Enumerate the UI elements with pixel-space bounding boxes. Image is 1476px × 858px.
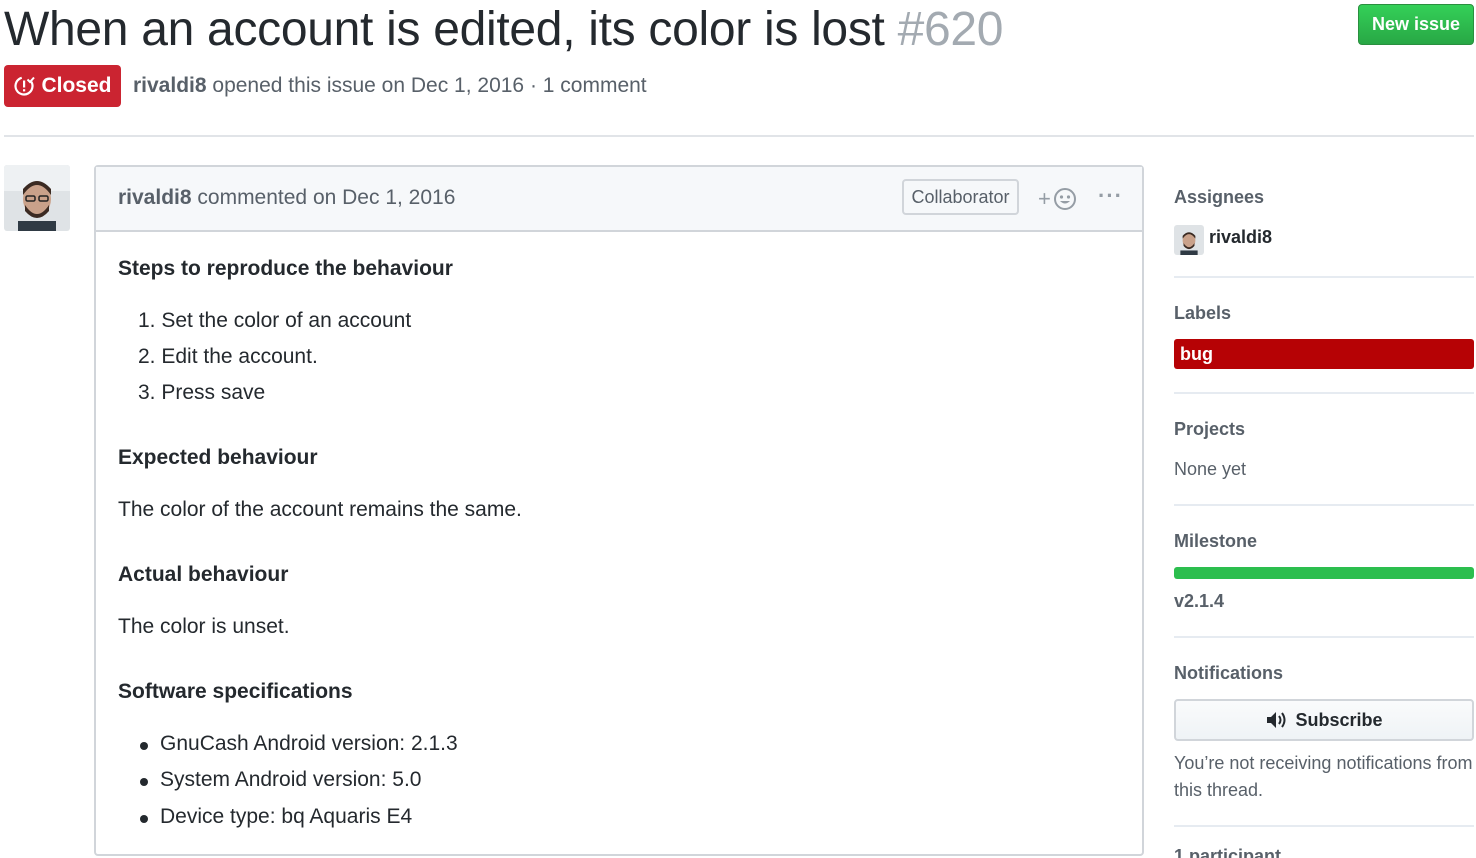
issue-page: When an account is edited, its color is … [0, 0, 1476, 858]
comment-header: rivaldi8 commented on Dec 1, 2016 Collab… [96, 167, 1142, 232]
milestone-heading[interactable]: Milestone [1174, 531, 1257, 552]
plus-icon: + [1038, 186, 1051, 211]
avatar-image [1174, 225, 1204, 255]
projects-value: None yet [1174, 459, 1247, 479]
heading-specs: Software specifications [118, 680, 353, 703]
sidebar-divider [1174, 276, 1474, 278]
bullet-icon [140, 778, 148, 786]
list-item: GnuCash Android version: 2.1.3 [160, 732, 458, 755]
comment-header-text: rivaldi8 commented on Dec 1, 2016 [118, 186, 455, 210]
add-reaction-button[interactable]: + [1038, 185, 1082, 213]
participants-heading: 1 participant [1174, 846, 1282, 858]
bullet-icon [140, 742, 148, 750]
unmute-icon [1267, 712, 1286, 728]
commenter-avatar[interactable] [4, 165, 70, 231]
list-item: System Android version: 5.0 [160, 768, 422, 791]
new-issue-button[interactable]: New issue [1358, 4, 1474, 45]
heading-steps: Steps to reproduce the behaviour [118, 257, 453, 280]
expected-text: The color of the account remains the sam… [118, 498, 522, 521]
bullet-icon [140, 815, 148, 823]
sidebar-divider [1174, 825, 1474, 827]
assignee-name[interactable]: rivaldi8 [1209, 227, 1272, 248]
heading-expected: Expected behaviour [118, 446, 318, 469]
header-divider [4, 135, 1474, 137]
issue-author-link[interactable]: rivaldi8 [133, 74, 207, 97]
notification-status-text: You’re not receiving notifications from … [1174, 753, 1473, 800]
issue-closed-icon [14, 76, 36, 96]
comment-date[interactable]: commented on Dec 1, 2016 [197, 186, 455, 209]
list-item: Device type: bq Aquaris E4 [160, 805, 413, 828]
subscribe-button[interactable]: Subscribe [1174, 699, 1474, 741]
comment-box: rivaldi8 commented on Dec 1, 2016 Collab… [94, 165, 1144, 856]
issue-meta: rivaldi8 opened this issue on Dec 1, 201… [133, 74, 647, 98]
heading-actual: Actual behaviour [118, 563, 289, 586]
assignees-heading[interactable]: Assignees [1174, 187, 1264, 208]
subscribe-label: Subscribe [1295, 709, 1383, 730]
projects-heading[interactable]: Projects [1174, 419, 1245, 440]
milestone-progress-fill [1174, 567, 1474, 579]
labels-heading[interactable]: Labels [1174, 303, 1231, 324]
comment-author-link[interactable]: rivaldi8 [118, 186, 192, 209]
collaborator-badge: Collaborator [902, 179, 1019, 215]
issue-number: #620 [897, 3, 1004, 56]
comment-more-button[interactable]: ··· [1098, 183, 1122, 211]
milestone-name[interactable]: v2.1.4 [1174, 591, 1224, 612]
sidebar-divider [1174, 504, 1474, 506]
list-item: 2. Edit the account. [138, 345, 318, 368]
issue-state-badge: Closed [4, 65, 121, 107]
milestone-progress-bar [1174, 567, 1474, 579]
assignee-avatar[interactable] [1174, 225, 1204, 255]
issue-title-text: When an account is edited, its color is … [4, 3, 885, 56]
smiley-icon [1053, 188, 1076, 210]
notifications-heading: Notifications [1174, 663, 1284, 683]
list-item: 3. Press save [138, 381, 266, 404]
label-bug[interactable]: bug [1174, 339, 1474, 369]
avatar-image [4, 165, 70, 231]
issue-title: When an account is edited, its color is … [4, 2, 1004, 58]
list-item: 1. Set the color of an account [138, 309, 412, 332]
issue-meta-text: opened this issue on Dec 1, 2016 · 1 com… [212, 74, 647, 97]
sidebar-divider [1174, 392, 1474, 394]
sidebar-divider [1174, 636, 1474, 638]
actual-text: The color is unset. [118, 615, 290, 638]
issue-state-label: Closed [41, 74, 112, 97]
